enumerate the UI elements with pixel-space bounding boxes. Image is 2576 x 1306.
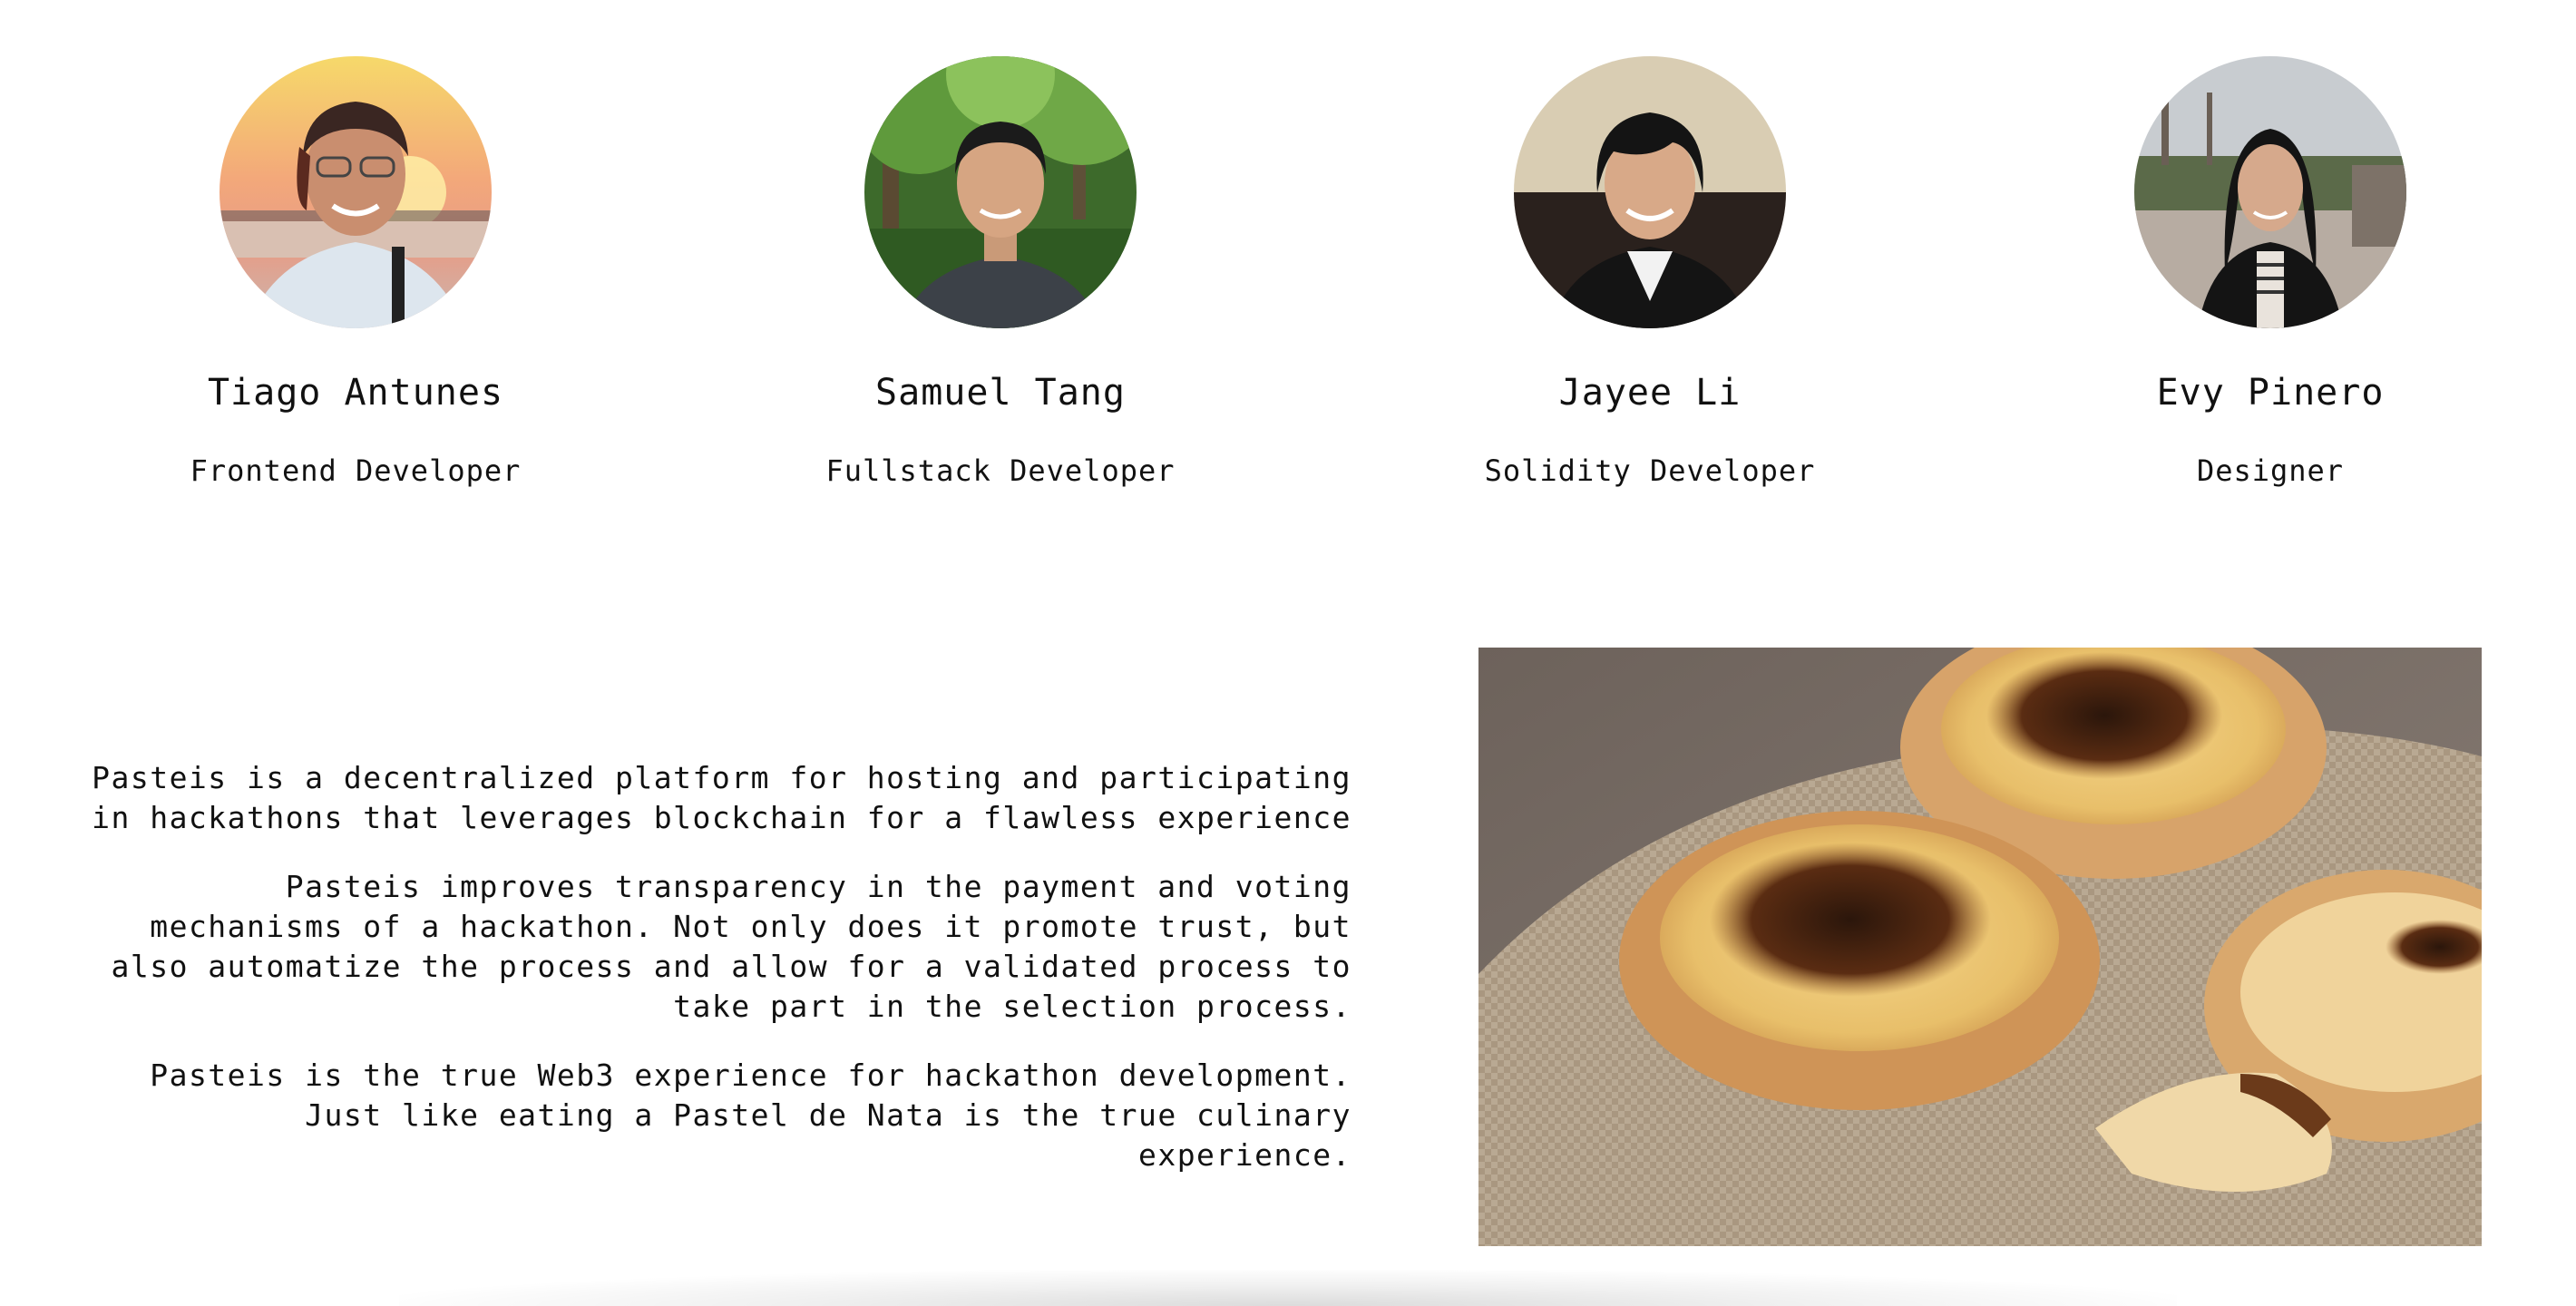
member-name: Tiago Antunes (207, 372, 504, 414)
about-paragraph: Pasteis is the true Web3 experience for … (150, 1057, 1351, 1173)
member-name: Jayee Li (1558, 372, 1742, 414)
member-role: Designer (2196, 453, 2345, 488)
about-section: Pasteis is a decentralized platform for … (91, 758, 1351, 1204)
avatar (1514, 56, 1786, 328)
portrait-indoor-photo (1514, 56, 1786, 328)
portrait-park-photo (2134, 56, 2406, 328)
member-role: Frontend Developer (190, 453, 522, 488)
portrait-sunset-photo (220, 56, 492, 328)
pastel-de-nata-photo (1478, 648, 2482, 1246)
portrait-forest-photo (864, 56, 1137, 328)
avatar (864, 56, 1137, 328)
footer-shadow (399, 1270, 2177, 1306)
member-role: Fullstack Developer (825, 453, 1176, 488)
avatar (220, 56, 492, 328)
about-paragraph: Pasteis improves transparency in the pay… (111, 869, 1351, 1024)
about-paragraph: Pasteis is a decentralized platform for … (92, 760, 1351, 835)
avatar (2134, 56, 2406, 328)
member-name: Samuel Tang (875, 372, 1126, 414)
member-name: Evy Pinero (2156, 372, 2385, 414)
team-section: Tiago Antunes Frontend Developer Samuel … (0, 0, 2576, 544)
member-role: Solidity Developer (1484, 453, 1816, 488)
